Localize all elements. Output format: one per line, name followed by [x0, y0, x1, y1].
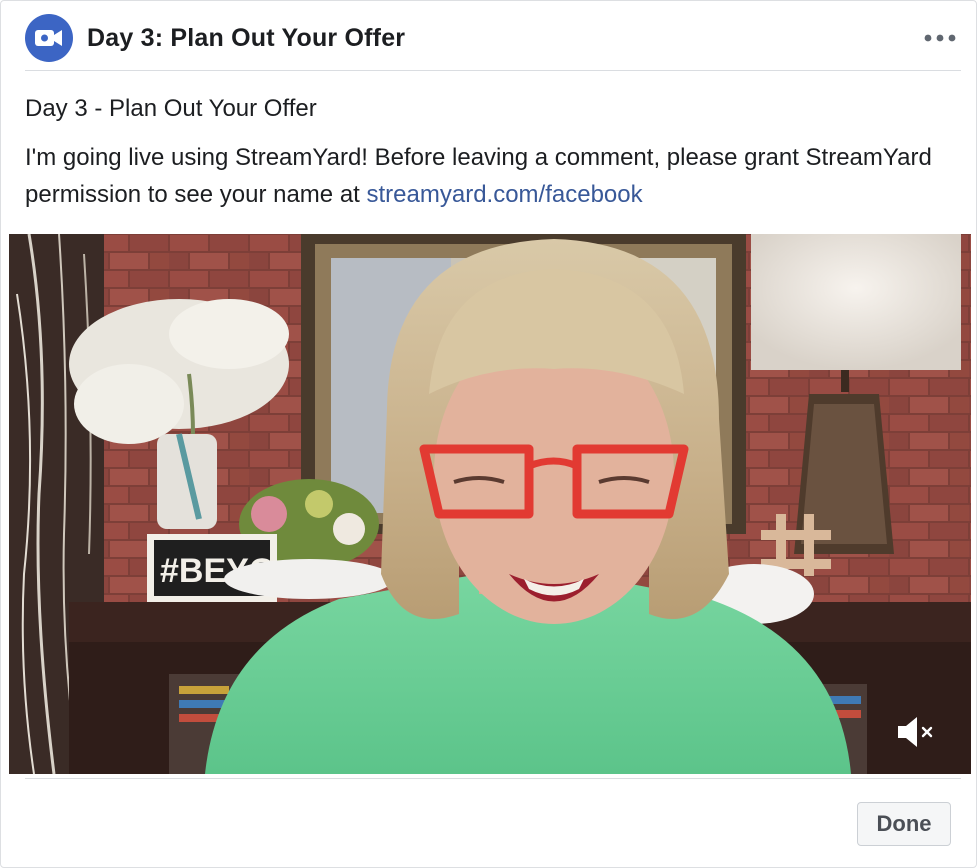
dialog-header: Day 3: Plan Out Your Offer — [25, 13, 960, 63]
post-title: Day 3 - Plan Out Your Offer — [25, 95, 317, 122]
streamyard-link[interactable]: streamyard.com/facebook — [367, 181, 643, 208]
more-options-icon — [924, 34, 956, 42]
header-divider — [25, 70, 961, 71]
more-options-button[interactable] — [920, 23, 960, 53]
speaker-muted-icon — [898, 717, 933, 747]
video-camera-icon — [35, 30, 62, 46]
live-video-dialog: Day 3: Plan Out Your Offer Day 3 - Plan … — [0, 0, 977, 868]
dialog-title: Day 3: Plan Out Your Offer — [87, 23, 406, 52]
footer-divider — [25, 778, 961, 779]
post-message: I'm going live using StreamYard! Before … — [25, 139, 945, 213]
live-video-badge — [25, 14, 73, 62]
post-body: Day 3 - Plan Out Your Offer I'm going li… — [25, 91, 945, 213]
done-button[interactable]: Done — [857, 802, 951, 846]
mute-toggle-button[interactable] — [893, 712, 937, 752]
video-frame: #BEYO — [9, 234, 971, 774]
live-video-player[interactable]: #BEYO — [9, 234, 971, 774]
